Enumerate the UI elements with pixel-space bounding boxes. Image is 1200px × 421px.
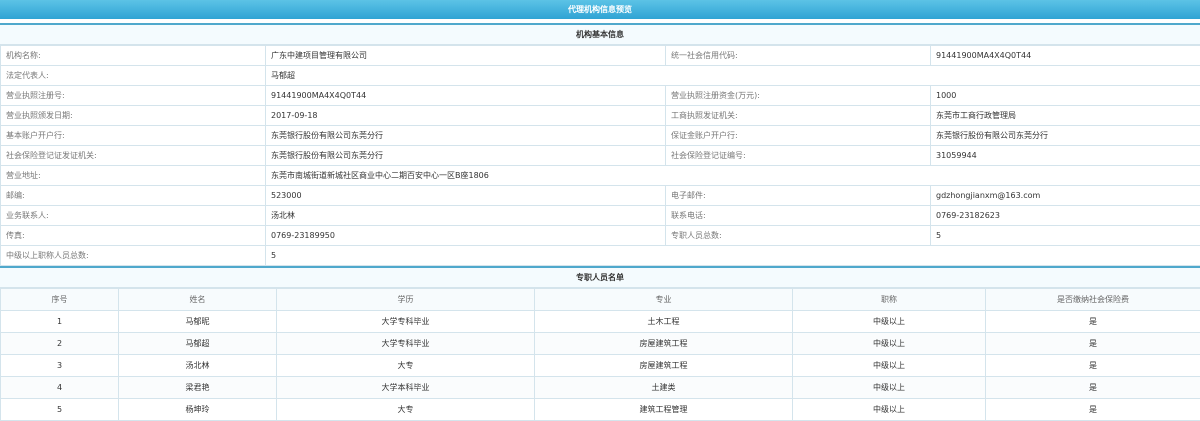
staff-name: 梁君艳 [119,377,277,399]
field-value: 91441900MA4X4Q0T44 [931,46,1200,66]
field-value: 523000 [266,186,666,206]
field-label: 社会保险登记证发证机关: [1,146,266,166]
field-value: 东莞市南城街道新城社区商业中心二期百安中心一区B座1806 [266,166,1200,186]
staff-title: 中级以上 [793,377,986,399]
field-label: 统一社会信用代码: [666,46,931,66]
staff-column-header: 职称 [793,289,986,311]
staff-column-header: 姓名 [119,289,277,311]
field-value: 91441900MA4X4Q0T44 [266,86,666,106]
staff-index: 5 [1,399,119,421]
staff-header-row: 序号姓名学历专业职称是否缴纳社会保险费 [1,289,1200,311]
staff-education: 大学本科毕业 [277,377,535,399]
field-label: 邮编: [1,186,266,206]
field-label: 保证金账户开户行: [666,126,931,146]
page-title: 代理机构信息预览 [0,0,1200,19]
staff-education: 大学专科毕业 [277,333,535,355]
field-label: 业务联系人: [1,206,266,226]
staff-column-header: 学历 [277,289,535,311]
info-row: 中级以上职称人员总数:5 [1,246,1200,266]
field-label: 基本账户开户行: [1,126,266,146]
info-row: 社会保险登记证发证机关: 东莞银行股份有限公司东莞分行社会保险登记证编号:310… [1,146,1200,166]
field-value: 东莞银行股份有限公司东莞分行 [266,126,666,146]
staff-index: 4 [1,377,119,399]
field-value: 0769-23182623 [931,206,1200,226]
staff-education: 大专 [277,399,535,421]
staff-table: 序号姓名学历专业职称是否缴纳社会保险费 1马郁昵大学专科毕业土木工程中级以上是2… [0,288,1200,421]
field-label: 传真: [1,226,266,246]
staff-column-header: 序号 [1,289,119,311]
info-row: 营业执照颁发日期:2017-09-18工商执照发证机关:东莞市工商行政管理局 [1,106,1200,126]
field-value: 2017-09-18 [266,106,666,126]
staff-title: 中级以上 [793,355,986,377]
staff-index: 3 [1,355,119,377]
field-value: 东莞银行股份有限公司东莞分行 [931,126,1200,146]
field-value: 东莞市工商行政管理局 [931,106,1200,126]
field-value: 0769-23189950 [266,226,666,246]
staff-education: 大专 [277,355,535,377]
field-value: 汤北林 [266,206,666,226]
staff-insurance: 是 [986,399,1200,421]
staff-insurance: 是 [986,333,1200,355]
field-value: 5 [931,226,1200,246]
staff-name: 马郁超 [119,333,277,355]
field-label: 中级以上职称人员总数: [1,246,266,266]
staff-name: 马郁昵 [119,311,277,333]
field-label: 机构名称: [1,46,266,66]
info-row: 邮编:523000电子邮件:gdzhongjianxm@163.com [1,186,1200,206]
field-value: 1000 [931,86,1200,106]
staff-major: 建筑工程管理 [535,399,793,421]
table-row: 2马郁超大学专科毕业房屋建筑工程中级以上是 [1,333,1200,355]
staff-major: 房屋建筑工程 [535,333,793,355]
basic-info-table: 机构名称:广东中建项目管理有限公司统一社会信用代码:91441900MA4X4Q… [0,45,1200,266]
info-row: 业务联系人:汤北林联系电话:0769-23182623 [1,206,1200,226]
staff-title: 中级以上 [793,333,986,355]
field-value: 5 [266,246,1200,266]
table-row: 1马郁昵大学专科毕业土木工程中级以上是 [1,311,1200,333]
staff-name: 汤北林 [119,355,277,377]
staff-index: 1 [1,311,119,333]
staff-index: 2 [1,333,119,355]
info-row: 法定代表人:马郁超 [1,66,1200,86]
field-value: gdzhongjianxm@163.com [931,186,1200,206]
field-label: 营业地址: [1,166,266,186]
staff-insurance: 是 [986,311,1200,333]
field-label: 工商执照发证机关: [666,106,931,126]
info-row: 传真:0769-23189950专职人员总数:5 [1,226,1200,246]
staff-title: 中级以上 [793,311,986,333]
field-value: 马郁超 [266,66,1200,86]
table-row: 5杨坤玲大专建筑工程管理中级以上是 [1,399,1200,421]
staff-education: 大学专科毕业 [277,311,535,333]
info-row: 营业执照注册号:91441900MA4X4Q0T44营业执照注册资金(万元):1… [1,86,1200,106]
table-row: 4梁君艳大学本科毕业土建类中级以上是 [1,377,1200,399]
staff-major: 土建类 [535,377,793,399]
info-row: 营业地址:东莞市南城街道新城社区商业中心二期百安中心一区B座1806 [1,166,1200,186]
field-value: 广东中建项目管理有限公司 [266,46,666,66]
table-row: 3汤北林大专房屋建筑工程中级以上是 [1,355,1200,377]
staff-column-header: 专业 [535,289,793,311]
field-label: 社会保险登记证编号: [666,146,931,166]
field-label: 营业执照注册资金(万元): [666,86,931,106]
staff-insurance: 是 [986,377,1200,399]
field-label: 法定代表人: [1,66,266,86]
basic-info-section-title: 机构基本信息 [0,23,1200,45]
field-label: 营业执照颁发日期: [1,106,266,126]
staff-column-header: 是否缴纳社会保险费 [986,289,1200,311]
staff-title: 中级以上 [793,399,986,421]
field-label: 营业执照注册号: [1,86,266,106]
staff-name: 杨坤玲 [119,399,277,421]
field-label: 联系电话: [666,206,931,226]
field-label: 电子邮件: [666,186,931,206]
field-label: 专职人员总数: [666,226,931,246]
info-row: 基本账户开户行:东莞银行股份有限公司东莞分行保证金账户开户行:东莞银行股份有限公… [1,126,1200,146]
staff-insurance: 是 [986,355,1200,377]
field-value: 东莞银行股份有限公司东莞分行 [266,146,666,166]
field-value: 31059944 [931,146,1200,166]
staff-section-title: 专职人员名单 [0,266,1200,288]
staff-major: 房屋建筑工程 [535,355,793,377]
staff-major: 土木工程 [535,311,793,333]
info-row: 机构名称:广东中建项目管理有限公司统一社会信用代码:91441900MA4X4Q… [1,46,1200,66]
